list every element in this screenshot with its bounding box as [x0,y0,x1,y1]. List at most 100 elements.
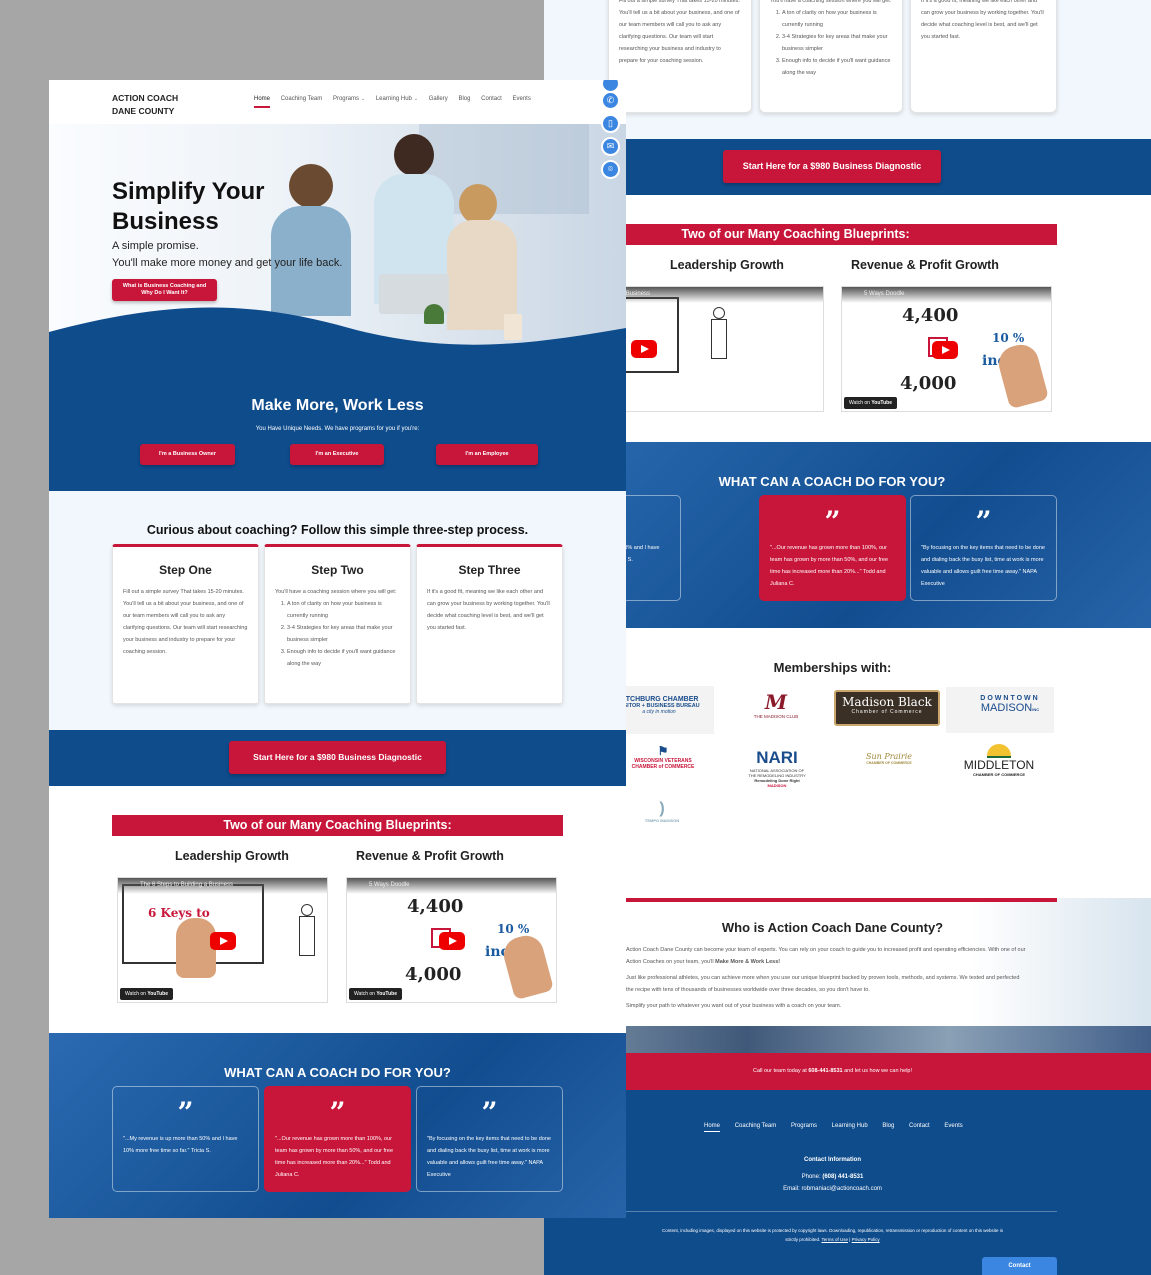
doodle-figure-body [299,916,315,956]
youtube-label: YouTube [871,400,892,406]
logo-text: MADISON [767,783,787,788]
blueprints-banner: Two of our Many Coaching Blueprints: [112,815,563,836]
nav-home[interactable]: Home [254,96,271,108]
person-head [459,184,497,224]
testimonial-text: "...Our revenue has grown more than 100%… [275,1136,394,1178]
blueprints-section: Two of our Many Coaching Blueprints: Lea… [544,195,1151,442]
email-icon[interactable]: ✉ [601,137,620,156]
watch-on-youtube[interactable]: Watch on YouTube [844,397,897,409]
terms-link[interactable]: Terms of Use [821,1237,848,1242]
person-head [289,164,333,208]
step-one-card: Fill out a simple survey That takes 15-2… [608,0,752,113]
employee-button[interactable]: I'm an Employee [436,444,538,465]
step-two-card: You'll have a coaching session where you… [759,0,903,113]
sun-icon [987,744,1011,758]
step-one-text: Fill out a simple survey That takes 15-2… [619,0,740,64]
revenue-video[interactable]: 4,400 4,000 10 % inc 5 Ways Doodle Watch… [346,877,557,1003]
phone-value[interactable]: (608) 441-8531 [822,1174,863,1180]
nav-coaching-team[interactable]: Coaching Team [281,96,323,102]
step-two-item: A ton of clarity on how your business is… [782,7,892,31]
logo-text: THE MADISON CLUB [753,714,799,719]
logo-text: CHAMBER OF COMMERCE [866,761,912,765]
step-two-item: Enough info to decide if you'll want gui… [287,646,400,670]
tempo-madison-logo: ) TEMPO MADISON [632,798,692,842]
executive-button[interactable]: I'm an Executive [290,444,384,465]
testimonial-text: "By focusing on the key items that need … [427,1136,551,1178]
chevron-down-icon[interactable]: ⌄ [361,96,365,102]
footer-nav-item[interactable]: Blog [882,1123,894,1129]
who-paragraph: Just like professional athletes, you can… [626,975,1020,993]
video-percent: 10 % [497,922,530,936]
make-more-subtitle: You Have Unique Needs. We have programs … [255,426,420,432]
site-logo[interactable]: ACTION COACH DANE COUNTY [112,92,178,118]
logo-text: DOWNTOWN [980,695,1040,702]
phone-label: Phone: [801,1174,821,1180]
steps-section-continued: Fill out a simple survey That takes 15-2… [544,0,1151,139]
nav-contact[interactable]: Contact [481,96,502,102]
what-is-coaching-button[interactable]: What is Business Coaching and Why Do I W… [112,279,217,301]
youtube-play-icon[interactable] [439,932,465,950]
nav-blog[interactable]: Blog [458,96,470,102]
youtube-label: YouTube [376,991,397,997]
footer-nav-item[interactable]: Learning Hub [832,1123,868,1129]
call-phone[interactable]: 608-441-8531 [808,1068,842,1074]
youtube-label: YouTube [147,991,168,997]
contact-tab-button[interactable]: Contact [982,1257,1057,1275]
document-icon[interactable]: ▯ [601,114,620,133]
hero-subtitle: A simple promise. You'll make more money… [112,238,342,272]
logo-text: CHAMBER OF COMMERCE [973,772,1025,777]
leadership-video[interactable]: 6 Keys to The 6 Steps to Building a Busi… [117,877,328,1003]
watch-on-youtube[interactable]: Watch on YouTube [349,988,402,1000]
step-two-intro: You'll have a coaching session where you… [275,589,397,595]
footer-nav-item[interactable]: Home [704,1123,721,1132]
video-hand [994,340,1050,410]
business-owner-button[interactable]: I'm a Business Owner [140,444,235,465]
diagnostic-button[interactable]: Start Here for a $980 Business Diagnosti… [723,150,941,183]
location-icon[interactable]: ⌾ [601,160,620,179]
footer-nav-item[interactable]: Events [944,1123,962,1129]
footer-nav-item[interactable]: Coaching Team [735,1123,777,1129]
watch-on-label: Watch on [849,400,870,406]
watch-on-youtube[interactable]: Watch on YouTube [120,988,173,1000]
step-two-item: A ton of clarity on how your business is… [287,598,400,622]
doodle-figure-body [711,319,727,359]
who-section: Who is Action Coach Dane County? Action … [544,898,1151,1053]
who-text: Action Coach Dane County can become your… [626,947,1026,965]
step-one-card: Step One Fill out a simple survey That t… [112,544,259,704]
sun-prairie-chamber-logo: Sun Prairie CHAMBER OF COMMERCE [856,752,922,778]
footer-nav-item[interactable]: Contact [909,1123,930,1129]
youtube-play-icon[interactable] [631,340,657,358]
wave-icon: ) [659,800,665,817]
flag-icon: ⚑ [657,744,669,758]
main-nav: Home Coaching Team Programs ⌄ Learning Hu… [254,96,540,108]
revenue-video[interactable]: 4,400 4,000 10 % inc 5 Ways Doodle Watch… [841,286,1052,412]
doodle-figure-head [301,904,313,916]
who-body: Action Coach Dane County can become your… [626,944,1026,1012]
testimonial-text: "By focusing on the key items that need … [921,545,1045,587]
footer-nav-item[interactable]: Programs [791,1123,817,1129]
logo-text: TEMPO MADISON [644,818,680,823]
email-value[interactable]: robmaniaci@actioncoach.com [801,1186,881,1192]
diagnostic-button[interactable]: Start Here for a $980 Business Diagnosti… [229,741,446,774]
button-line: What is Business Coaching and [122,283,207,289]
email-label: Email: [783,1186,800,1192]
phone-icon[interactable]: ✆ [601,91,620,110]
who-paragraph: Action Coach Dane County can become your… [626,944,1026,968]
call-text: Call our team today at 608-441-8531 and … [544,1053,1121,1090]
nav-learning-hub[interactable]: Learning Hub [376,96,412,102]
testimonial-card: ” "By focusing on the key items that nee… [910,495,1057,601]
nav-programs[interactable]: Programs [333,96,359,102]
step-two-item: Enough info to decide if you'll want gui… [782,55,892,79]
privacy-link[interactable]: Privacy Policy [852,1237,880,1242]
youtube-play-icon[interactable] [932,341,958,359]
blueprint-title: Leadership Growth [175,849,289,863]
process-heading: Curious about coaching? Follow this simp… [146,523,529,537]
who-highlight: Make More & Work Less! [715,959,781,965]
nav-gallery[interactable]: Gallery [429,96,448,102]
nav-events[interactable]: Events [512,96,530,102]
blueprint-title: Revenue & Profit Growth [356,849,504,863]
chevron-down-icon[interactable]: ⌄ [414,96,418,102]
youtube-play-icon[interactable] [210,932,236,950]
who-paragraph: Simplify your path to whatever you want … [626,1003,842,1009]
video-number: 4,400 [407,896,464,917]
